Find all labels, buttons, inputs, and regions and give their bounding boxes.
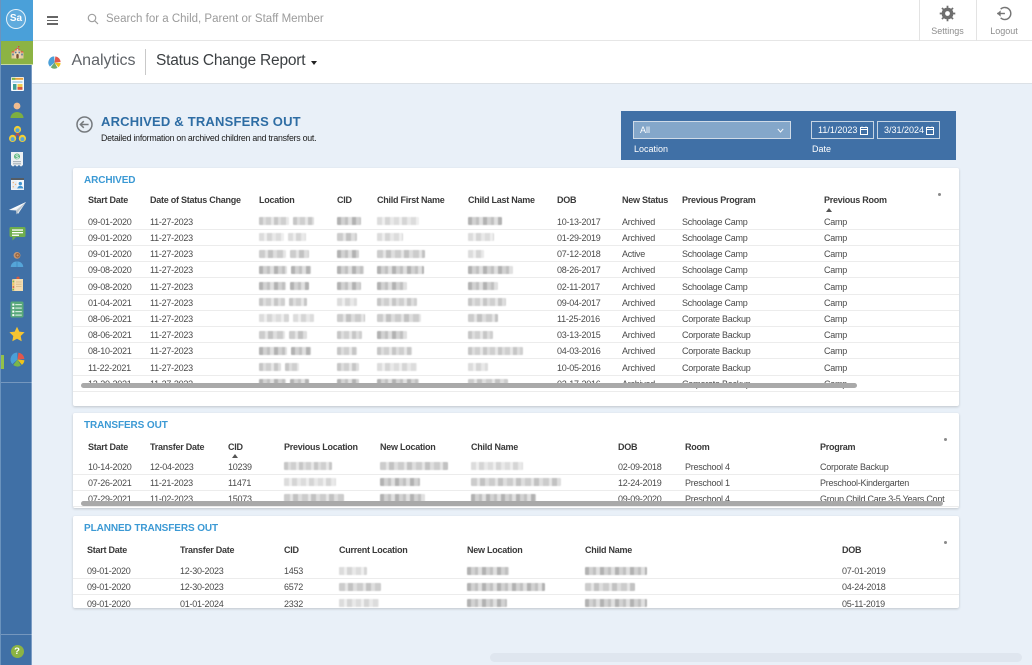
svg-text:$: $ [15, 153, 19, 160]
